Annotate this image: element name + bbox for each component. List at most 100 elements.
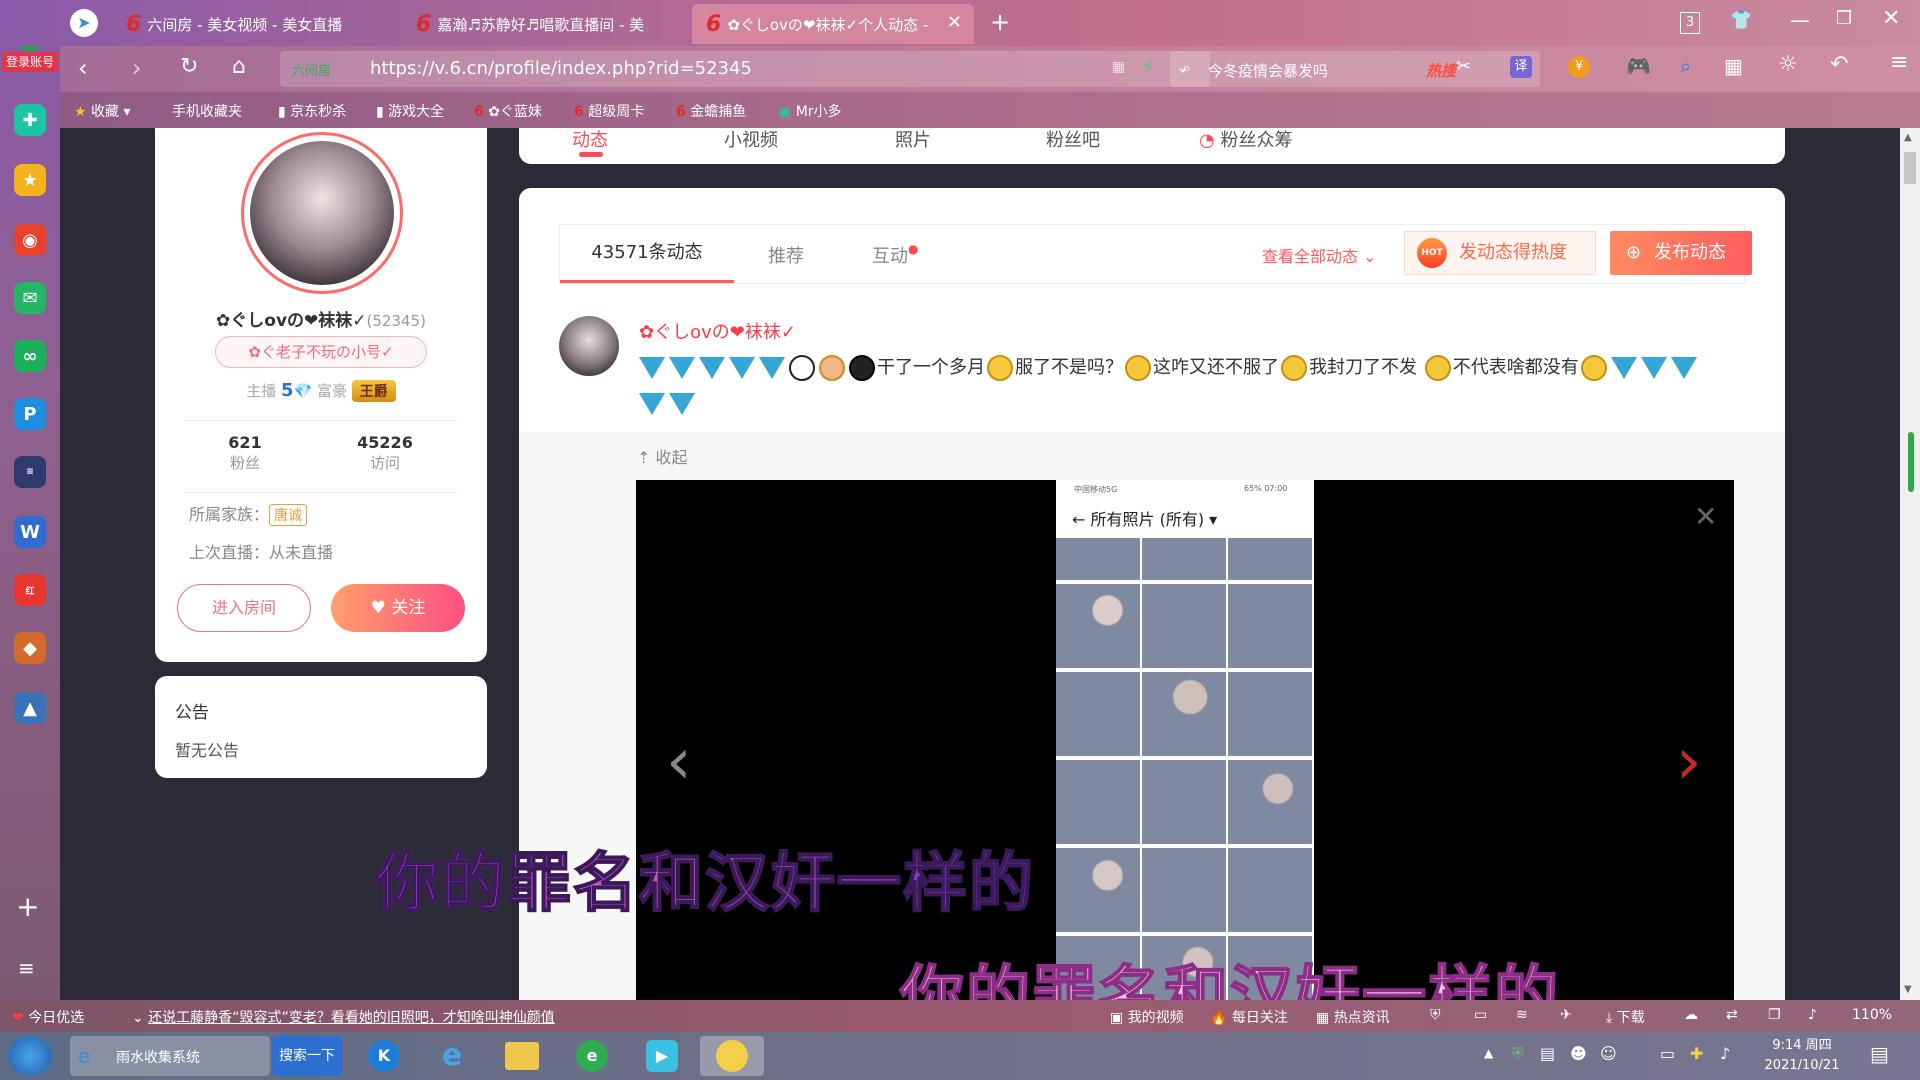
download-button[interactable]: ⤓ 下载 xyxy=(1606,1007,1645,1027)
view-all-dynamics[interactable]: 查看全部动态 ⌄ xyxy=(1262,243,1377,267)
word-icon[interactable]: W xyxy=(14,516,46,548)
image-icon[interactable]: ▭ xyxy=(1474,1007,1487,1023)
follow-button[interactable]: ♥ 关注 xyxy=(331,584,465,632)
taskbar-player-icon[interactable]: ▶ xyxy=(630,1036,694,1076)
tab-dynamic[interactable]: 动态 xyxy=(572,128,608,152)
tray-plus-icon[interactable]: ✚ xyxy=(1690,1044,1703,1063)
close-tab-icon[interactable]: ✕ xyxy=(947,12,962,33)
qr-icon[interactable]: ▦ xyxy=(1112,59,1125,75)
clock[interactable]: 9:14 周四 2021/10/21 xyxy=(1752,1036,1852,1076)
tray-doc-icon[interactable]: ▤ xyxy=(1540,1044,1555,1063)
taskbar-folder-icon[interactable] xyxy=(490,1036,554,1076)
refresh-icon[interactable]: ↻ xyxy=(180,54,198,79)
tab-2[interactable]: 6 嘉瀚♬苏静好♬唱歌直播间 - 美 xyxy=(402,4,688,44)
apps-grid-icon[interactable]: ▦ xyxy=(1724,54,1743,78)
forward-icon[interactable]: › xyxy=(132,54,142,82)
game2-icon[interactable]: ◆ xyxy=(14,632,46,664)
favorites-star-icon[interactable]: ★ xyxy=(14,164,46,196)
avatar[interactable] xyxy=(241,132,403,294)
game3-icon[interactable]: ▲ xyxy=(14,692,46,724)
wifi-icon[interactable]: ≋ xyxy=(1516,1007,1528,1023)
tab-all-dynamics[interactable]: 43571条动态 xyxy=(560,225,734,283)
tab-3-active[interactable]: 6 ✿ぐしovの❤袜袜✓个人动态 - ✕ xyxy=(692,4,974,44)
undo-icon[interactable]: ↶ xyxy=(1830,52,1848,77)
zoom-icon[interactable]: ⌕ xyxy=(1680,54,1691,78)
scrollbar-thumb[interactable] xyxy=(1904,152,1916,184)
search-input[interactable]: 今冬疫情会暴发吗 xyxy=(1208,60,1328,81)
coupon-icon[interactable]: ¥ xyxy=(1568,56,1590,78)
enter-room-button[interactable]: 进入房间 xyxy=(177,584,311,632)
tray-shield-icon[interactable]: ⛨ xyxy=(1512,1044,1524,1064)
collapse-toggle[interactable]: ⇡ 收起 xyxy=(637,444,688,468)
close-viewer-icon[interactable]: ✕ xyxy=(1694,500,1717,533)
link-icon[interactable]: ∞ xyxy=(14,340,46,372)
tab-recommend[interactable]: 推荐 xyxy=(768,242,804,268)
tab-interact[interactable]: 互动● xyxy=(872,242,918,268)
start-button[interactable] xyxy=(8,1036,52,1076)
translate-icon[interactable]: 译 xyxy=(1510,56,1532,78)
taskbar-ie-icon[interactable]: e xyxy=(420,1036,484,1076)
bookmark-jd[interactable]: ▮ 京东秒杀 xyxy=(278,101,346,121)
post-author-avatar[interactable] xyxy=(559,316,619,376)
bookmark-mobile[interactable]: 手机收藏夹 xyxy=(172,101,242,121)
heat-button[interactable]: HOT 发动态得热度 xyxy=(1404,231,1596,275)
close-window-icon[interactable]: ✕ xyxy=(1882,6,1900,31)
back-icon[interactable]: ‹ xyxy=(78,54,88,82)
tab-photos[interactable]: 照片 xyxy=(895,128,931,152)
address-bar[interactable]: 六间房 https://v.6.cn/profile/index.php?rid… xyxy=(280,51,1210,87)
swap-icon[interactable]: ⇄ xyxy=(1726,1007,1738,1023)
add-icon[interactable]: + xyxy=(16,890,39,923)
publish-button[interactable]: ⊕ 发布动态 xyxy=(1610,231,1752,275)
bookmark-games[interactable]: ▮ 游戏大全 xyxy=(376,101,444,121)
mail-icon[interactable]: ✉ xyxy=(14,282,46,314)
tray-expand-icon[interactable]: ▲ xyxy=(1484,1046,1493,1060)
search-box[interactable]: ⌕ 今冬疫情会暴发吗 热搜 xyxy=(1170,51,1540,87)
skin-icon[interactable]: 👕 xyxy=(1730,10,1752,31)
gamepad-icon[interactable]: 🎮 xyxy=(1626,54,1651,78)
tray-volume-icon[interactable]: ♪ xyxy=(1720,1044,1730,1063)
tab-short-video[interactable]: 小视频 xyxy=(724,128,778,152)
hot-news[interactable]: ▦ 热点资讯 xyxy=(1316,1007,1390,1027)
restore-icon[interactable]: ❐ xyxy=(1836,8,1852,29)
bookmark-weekcard[interactable]: 6 超级周卡 xyxy=(574,101,644,121)
url-text[interactable]: https://v.6.cn/profile/index.php?rid=523… xyxy=(370,58,752,79)
volume-icon[interactable]: ♪ xyxy=(1808,1007,1817,1023)
taskbar-app-rain[interactable]: e 雨水收集系统 xyxy=(70,1036,270,1076)
scissors-icon[interactable]: ✂ xyxy=(1456,56,1471,77)
taskbar-k-icon[interactable]: K xyxy=(352,1036,416,1076)
tab-1[interactable]: 6 六间房 - 美女视频 - 美女直播 xyxy=(112,4,398,44)
pdf-icon[interactable]: P xyxy=(14,398,46,430)
post-author-name[interactable]: ✿ぐしovの❤袜袜✓ xyxy=(639,318,796,344)
family-badge[interactable]: 唐诚 xyxy=(269,504,308,526)
news-ticker[interactable]: ⌄ 还说工藤静香“毁容式”变老？看看她的旧照吧，才知啥叫神仙颜值 xyxy=(132,1007,555,1027)
cloud-icon[interactable]: ☁ xyxy=(1684,1007,1698,1023)
bookmark-fishing[interactable]: 6 金蟾捕鱼 xyxy=(676,101,746,121)
scroll-up-icon[interactable]: ▲ xyxy=(1904,132,1912,143)
notification-icon[interactable]: ▤ xyxy=(1870,1042,1889,1066)
new-tab-icon[interactable]: + xyxy=(990,8,1010,36)
previous-image-icon[interactable]: ‹ xyxy=(666,730,692,794)
weibo-icon[interactable]: ◉ xyxy=(14,224,46,256)
lightning-icon[interactable]: ⚡ xyxy=(1142,57,1155,78)
tray-qq-icon[interactable]: ☺ xyxy=(1600,1044,1617,1063)
rocket-icon[interactable]: ✈ xyxy=(1560,1007,1572,1023)
bookmark-favorites[interactable]: ★ 收藏 ▾ xyxy=(74,101,131,121)
page-scrollbar[interactable]: ▲ ▼ xyxy=(1900,128,1920,1000)
bookmark-lanmei[interactable]: 6 ✿ぐ蓝妹 xyxy=(474,101,542,121)
search-once-button[interactable]: 搜索一下 xyxy=(272,1036,342,1076)
app-icon-1[interactable]: ✚ xyxy=(14,104,46,136)
shop-icon[interactable]: 红 xyxy=(14,574,46,606)
minimize-icon[interactable]: — xyxy=(1790,8,1810,32)
window-icon[interactable]: ❐ xyxy=(1768,1007,1781,1023)
shield-icon[interactable]: ⛨ xyxy=(1430,1007,1441,1023)
tab-crowdfunding[interactable]: ◔ 粉丝众筹 xyxy=(1199,128,1292,152)
my-video[interactable]: ▣ 我的视频 xyxy=(1110,1007,1184,1027)
zoom-level[interactable]: 110% xyxy=(1852,1007,1892,1023)
login-button[interactable]: 登录账号 xyxy=(2,52,58,72)
taskbar-browser-icon[interactable]: e xyxy=(560,1036,624,1076)
more-menu-icon[interactable]: ≡ xyxy=(1890,50,1908,75)
tray-app-icon[interactable]: ☻ xyxy=(1570,1044,1587,1063)
daily-picks[interactable]: ❤ 今日优选 xyxy=(12,1007,84,1027)
menu-icon[interactable]: ≡ xyxy=(18,956,35,980)
side-drag-handle[interactable] xyxy=(1908,432,1914,492)
